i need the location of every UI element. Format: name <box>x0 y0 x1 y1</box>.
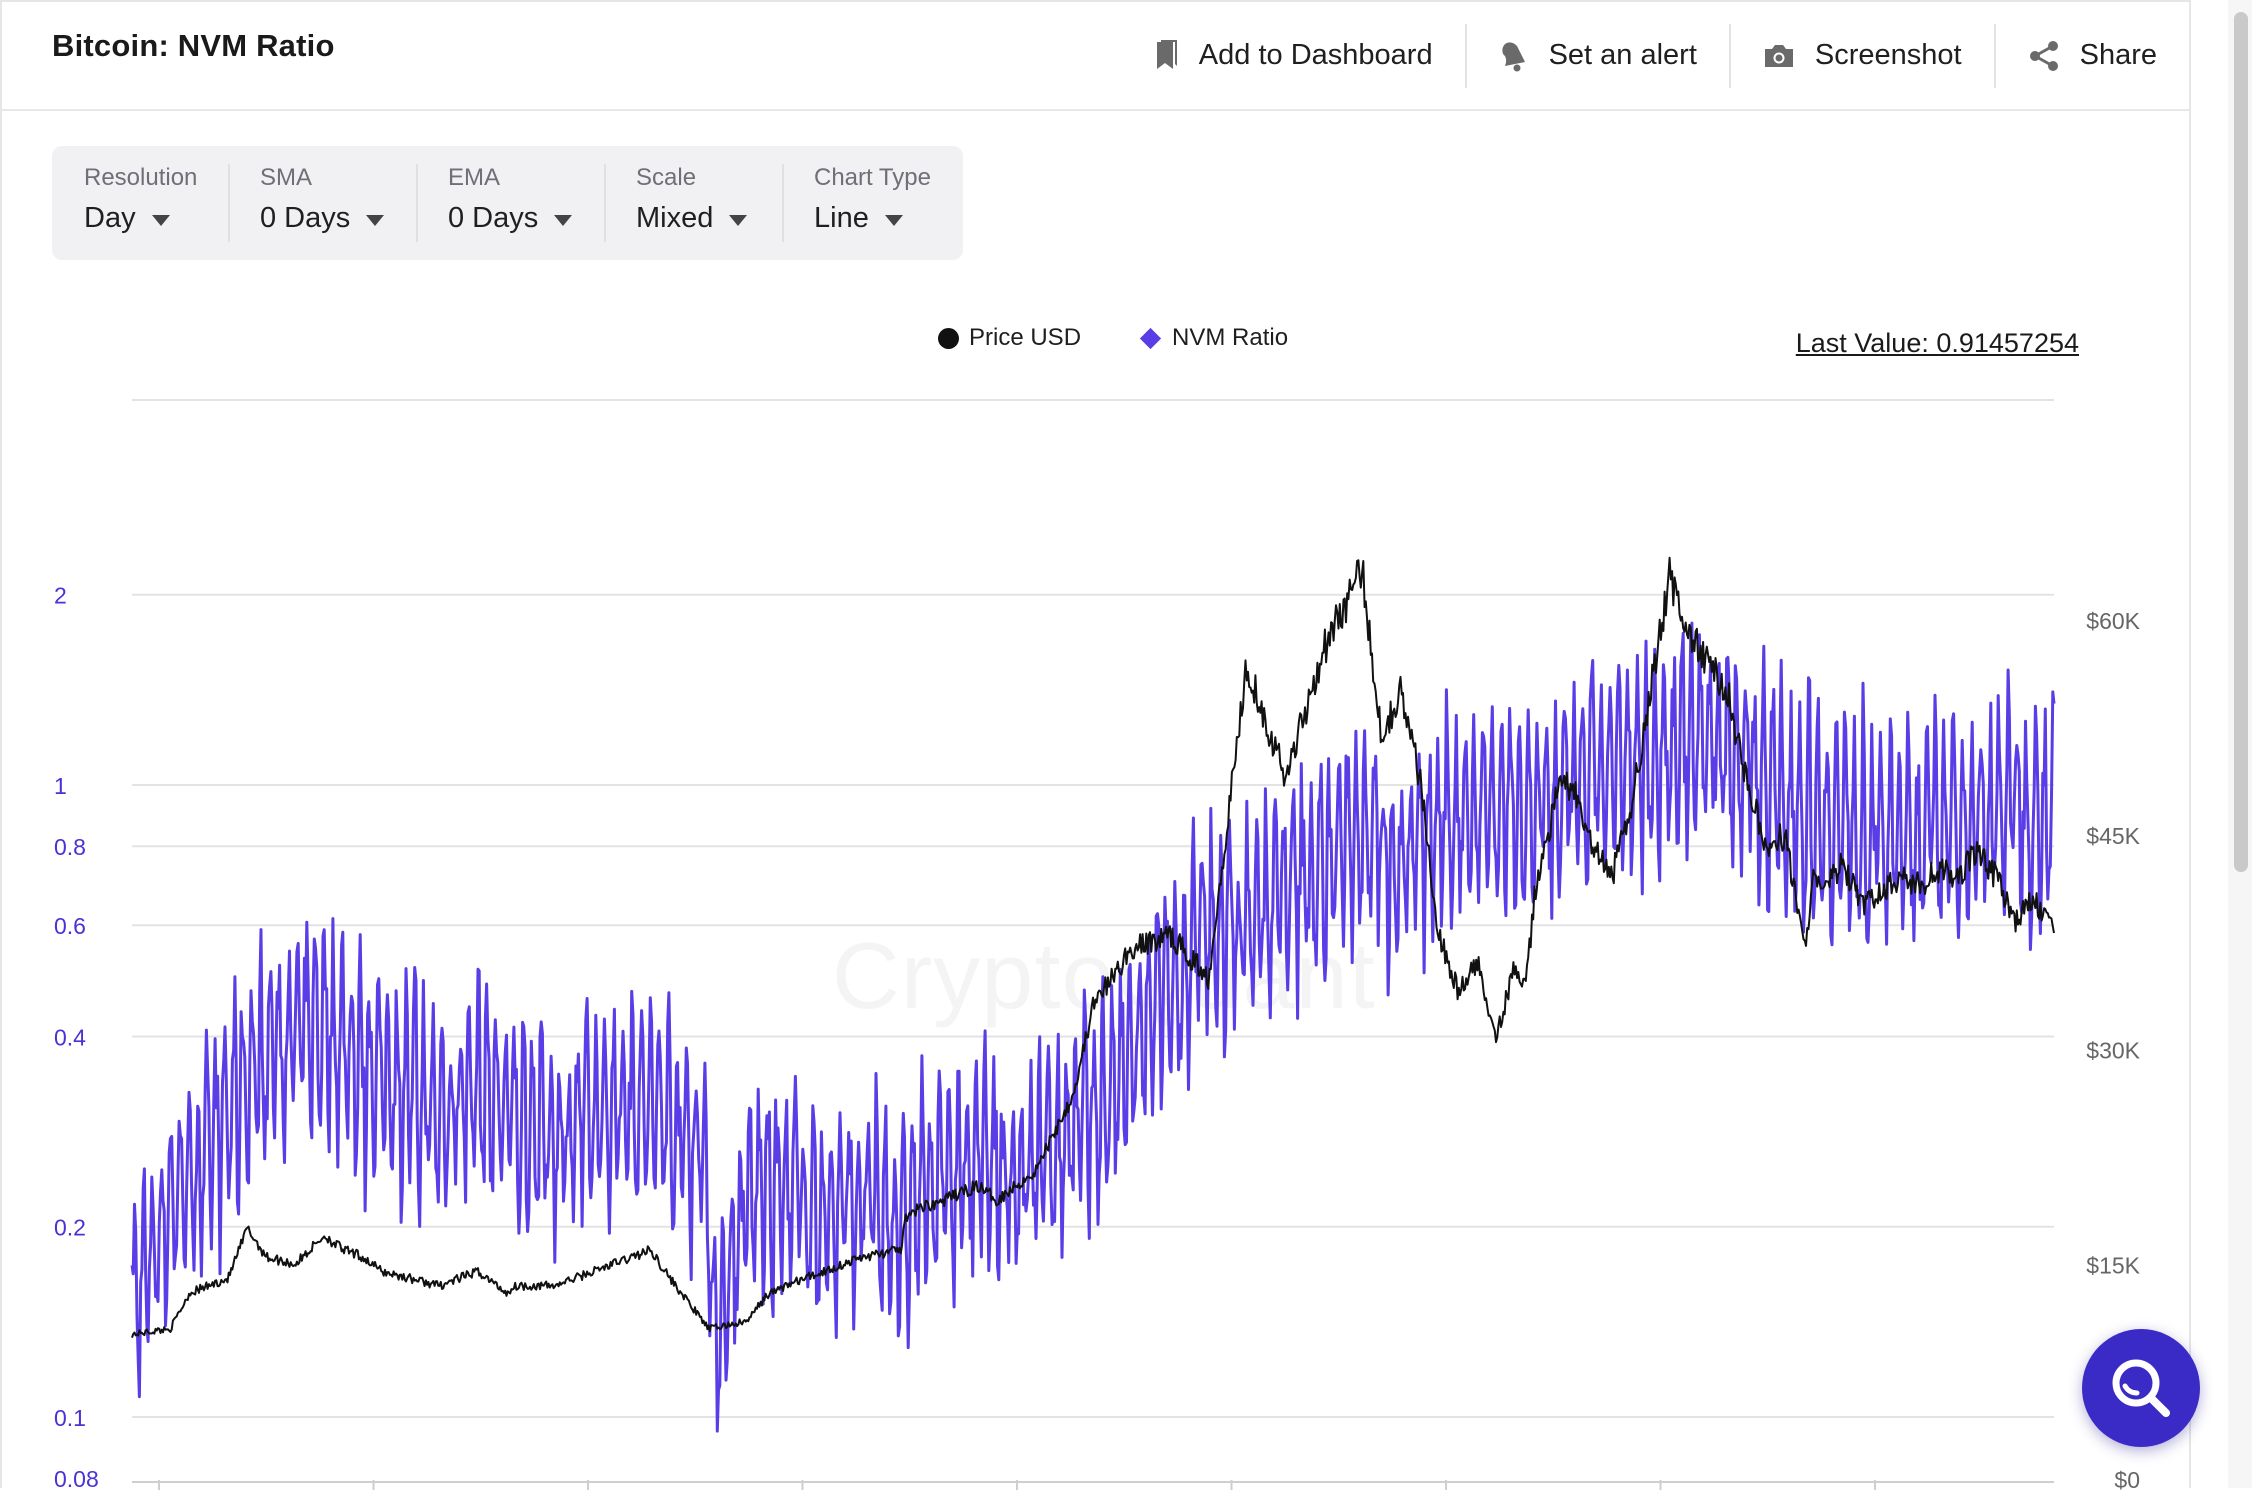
right-axis-tick-label: $45K <box>2086 823 2140 849</box>
right-axis-tick-label: $30K <box>2086 1038 2140 1064</box>
left-axis-tick-label: 0.8 <box>54 834 86 860</box>
left-axis-tick-label: 0.4 <box>54 1024 86 1050</box>
series-line-nvm-ratio <box>130 621 2056 1433</box>
chart-canvas: 0.08 0.1 0.2 0.4 0.6 0.8 1 2 $0 $15K $30K $45K $60K <box>54 399 2141 1490</box>
left-axis-tick-label: 0.1 <box>54 1405 86 1431</box>
page-scrollbar[interactable] <box>2228 0 2252 1488</box>
left-axis-tick-label: 0.6 <box>54 913 86 939</box>
left-axis-tick-label: 0.08 <box>54 1466 99 1490</box>
left-axis-tick-label: 2 <box>54 583 67 609</box>
right-axis-tick-label: $0 <box>2114 1467 2140 1490</box>
search-button[interactable] <box>2082 1329 2200 1447</box>
search-icon <box>2112 1359 2170 1417</box>
left-axis-tick-label: 0.2 <box>54 1215 86 1241</box>
scrollbar-thumb[interactable] <box>2234 12 2248 872</box>
right-axis-tick-label: $60K <box>2086 608 2140 634</box>
chart-panel: Bitcoin: NVM Ratio Add to Dashboard Set … <box>0 0 2191 1490</box>
right-axis-tick-label: $15K <box>2086 1252 2140 1278</box>
left-axis-tick-label: 1 <box>54 773 67 799</box>
